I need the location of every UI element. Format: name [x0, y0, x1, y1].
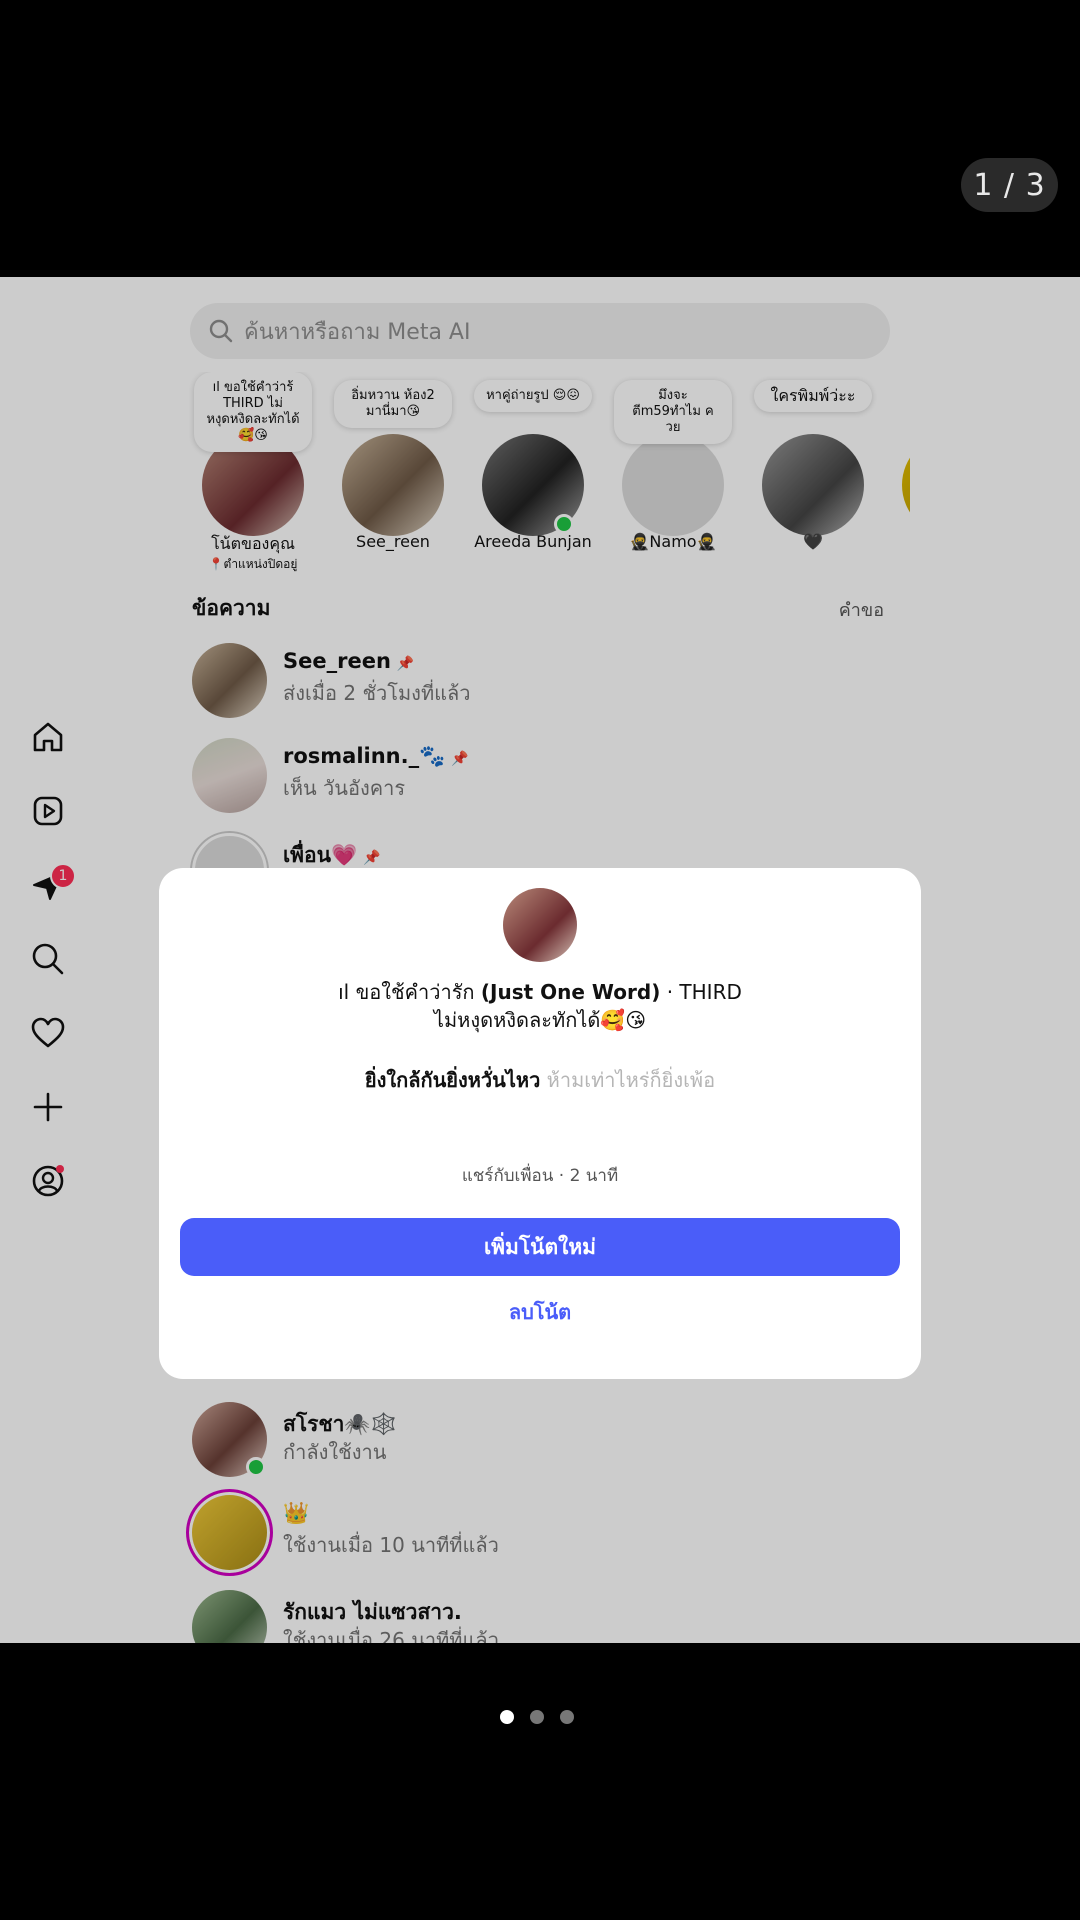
lyric-next: ห้ามเท่าไหร่ก็ยิ่งเพ้อ	[546, 1068, 716, 1092]
instagram-screenshot: ค้นหาหรือถาม Meta AI ıl ขอใช้คำว่าร้ THI…	[0, 277, 1080, 1643]
new-note-button[interactable]: เพิ่มโน้ตใหม่	[180, 1218, 900, 1276]
share-info: แชร์กับเพื่อน · 2 นาที	[461, 1166, 619, 1186]
page-dot[interactable]	[560, 1710, 574, 1724]
page-dot[interactable]	[530, 1710, 544, 1724]
lyrics: ยิ่งใกล้กันยิ่งหวั่นไหว ห้ามเท่าไหร่ก็ยิ…	[159, 1064, 921, 1096]
note-dialog: ıl ขอใช้คำว่ารัก (Just One Word) · THIRD…	[159, 868, 921, 1379]
page-counter: 1 / 3	[961, 158, 1058, 212]
viewer-frame: 1 / 3 ค้นหาหรือถาม Meta AI ıl ขอใช้คำว่า…	[0, 0, 1080, 1920]
song-artist: · THIRD	[660, 980, 742, 1004]
song-prefix: ıl ขอใช้คำว่ารัก	[338, 980, 481, 1004]
lyric-current: ยิ่งใกล้กันยิ่งหวั่นไหว	[364, 1068, 541, 1092]
note-text: ไม่หงุดหงิดละทักได้🥰😘	[433, 1008, 647, 1032]
page-indicator	[500, 1710, 574, 1724]
page-dot-active[interactable]	[500, 1710, 514, 1724]
avatar	[503, 888, 577, 962]
song-title: (Just One Word)	[480, 980, 661, 1004]
delete-note-button[interactable]: ลบโน้ต	[159, 1296, 921, 1328]
